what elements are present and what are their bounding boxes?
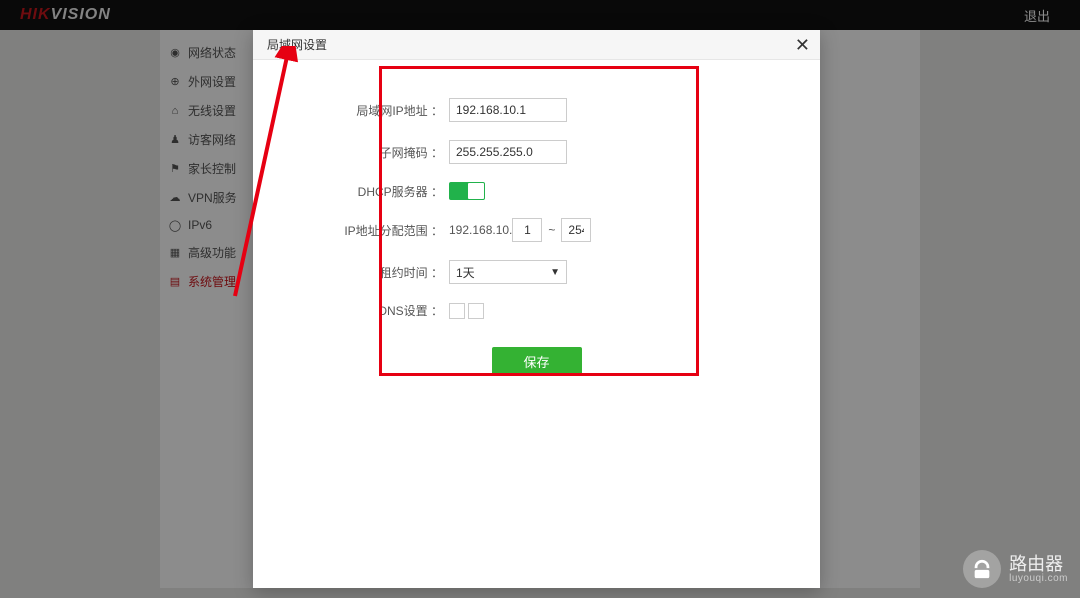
subnet-mask-input[interactable] xyxy=(449,140,567,164)
label-ip-range: IP地址分配范围 ： xyxy=(299,222,449,239)
modal-title: 局域网设置 xyxy=(267,36,327,53)
range-from-input[interactable] xyxy=(512,218,542,242)
dns-checkbox-group xyxy=(449,303,484,319)
range-to-input[interactable] xyxy=(561,218,591,242)
range-separator: ~ xyxy=(548,223,555,237)
range-prefix-text: 192.168.10. xyxy=(449,223,512,237)
row-dns: DNS设置 ： xyxy=(299,302,774,319)
dns-checkbox-1[interactable] xyxy=(449,303,465,319)
modal-header: 局域网设置 ✕ xyxy=(253,30,820,60)
row-lan-ip: 局域网IP地址 ： xyxy=(299,98,774,122)
row-lease: 租约时间 ： 1天 ▼ xyxy=(299,260,774,284)
label-dhcp: DHCP服务器 ： xyxy=(299,183,449,200)
dhcp-toggle[interactable] xyxy=(449,182,485,200)
label-lease: 租约时间 ： xyxy=(299,264,449,281)
save-button[interactable]: 保存 xyxy=(492,347,582,375)
row-subnet: 子网掩码 ： xyxy=(299,140,774,164)
watermark-sub: luyouqi.com xyxy=(1009,573,1068,584)
label-lan-ip: 局域网IP地址 ： xyxy=(299,102,449,119)
form-area: 局域网IP地址 ： 子网掩码 ： DHCP服务器 ： IP地址分配范围 ： 19… xyxy=(259,68,814,405)
lease-time-select[interactable]: 1天 ▼ xyxy=(449,260,567,284)
dns-checkbox-2[interactable] xyxy=(468,303,484,319)
watermark-icon xyxy=(963,550,1001,588)
label-dns: DNS设置 ： xyxy=(299,302,449,319)
row-dhcp: DHCP服务器 ： xyxy=(299,182,774,200)
label-subnet: 子网掩码 ： xyxy=(299,144,449,161)
lan-settings-modal: 局域网设置 ✕ 局域网IP地址 ： 子网掩码 ： DHCP服务器 ： IP地址分… xyxy=(253,30,820,588)
toggle-knob xyxy=(468,183,484,199)
watermark: 路由器 luyouqi.com xyxy=(963,550,1068,588)
row-ip-range: IP地址分配范围 ： 192.168.10. ~ xyxy=(299,218,774,242)
watermark-text: 路由器 luyouqi.com xyxy=(1009,555,1068,584)
close-icon[interactable]: ✕ xyxy=(795,36,810,54)
lan-ip-input[interactable] xyxy=(449,98,567,122)
lease-selected-value: 1天 xyxy=(456,264,475,281)
watermark-title: 路由器 xyxy=(1009,555,1068,573)
chevron-down-icon: ▼ xyxy=(550,267,560,278)
